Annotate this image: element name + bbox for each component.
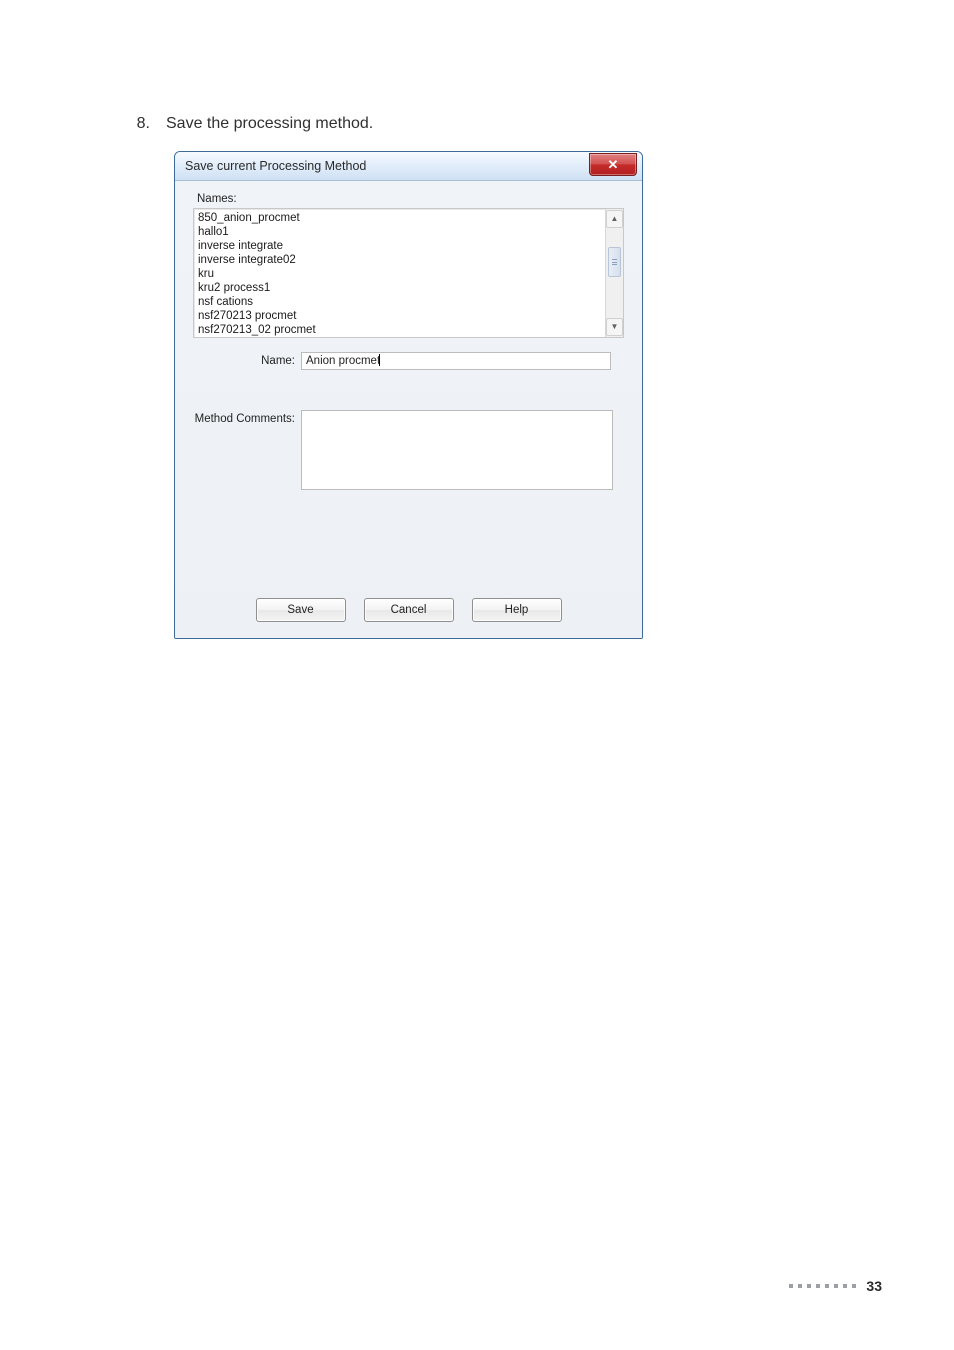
help-button[interactable]: Help [472,598,562,622]
button-label: Save [287,604,313,616]
list-item[interactable]: kru [198,267,601,281]
scroll-up-button[interactable]: ▲ [606,210,623,228]
close-button[interactable]: ✕ [589,153,637,176]
name-input[interactable]: Anion procmet [301,352,611,370]
save-button[interactable]: Save [256,598,346,622]
step-text: Save the processing method. [166,115,373,133]
names-listbox[interactable]: 850_anion_procmet hallo1 inverse integra… [193,208,624,338]
dialog-titlebar[interactable]: Save current Processing Method ✕ [175,152,642,181]
button-label: Cancel [391,604,427,616]
instruction-step: 8. Save the processing method. [130,115,884,133]
comments-input[interactable] [301,410,613,490]
scroll-thumb[interactable] [608,247,621,277]
step-number: 8. [130,115,150,133]
list-item[interactable]: inverse integrate02 [198,253,601,267]
save-dialog: Save current Processing Method ✕ Names: … [174,151,643,639]
button-label: Help [505,604,529,616]
close-icon: ✕ [608,158,619,171]
cancel-button[interactable]: Cancel [364,598,454,622]
chevron-down-icon: ▼ [611,323,619,331]
chevron-up-icon: ▲ [611,215,619,223]
list-item[interactable]: 850_anion_procmet [198,211,601,225]
name-input-value: Anion procmet [306,355,380,367]
dialog-title: Save current Processing Method [185,159,366,173]
footer-dots-icon [789,1284,856,1288]
list-item[interactable]: nsf cations [198,295,601,309]
names-label: Names: [197,193,624,205]
list-item[interactable]: inverse integrate [198,239,601,253]
list-item[interactable]: hallo1 [198,225,601,239]
list-item[interactable]: kru2 process1 [198,281,601,295]
page-number: 33 [866,1278,882,1294]
list-item[interactable]: nsf270213 procmet [198,309,601,323]
comments-label: Method Comments: [193,410,301,425]
list-item[interactable]: nsf270213_02 procmet [198,323,601,337]
scroll-track[interactable] [606,229,623,317]
listbox-scrollbar[interactable]: ▲ ▼ [605,209,623,337]
name-field-label: Name: [193,352,301,367]
page-footer: 33 [789,1278,882,1294]
scroll-down-button[interactable]: ▼ [606,318,623,336]
